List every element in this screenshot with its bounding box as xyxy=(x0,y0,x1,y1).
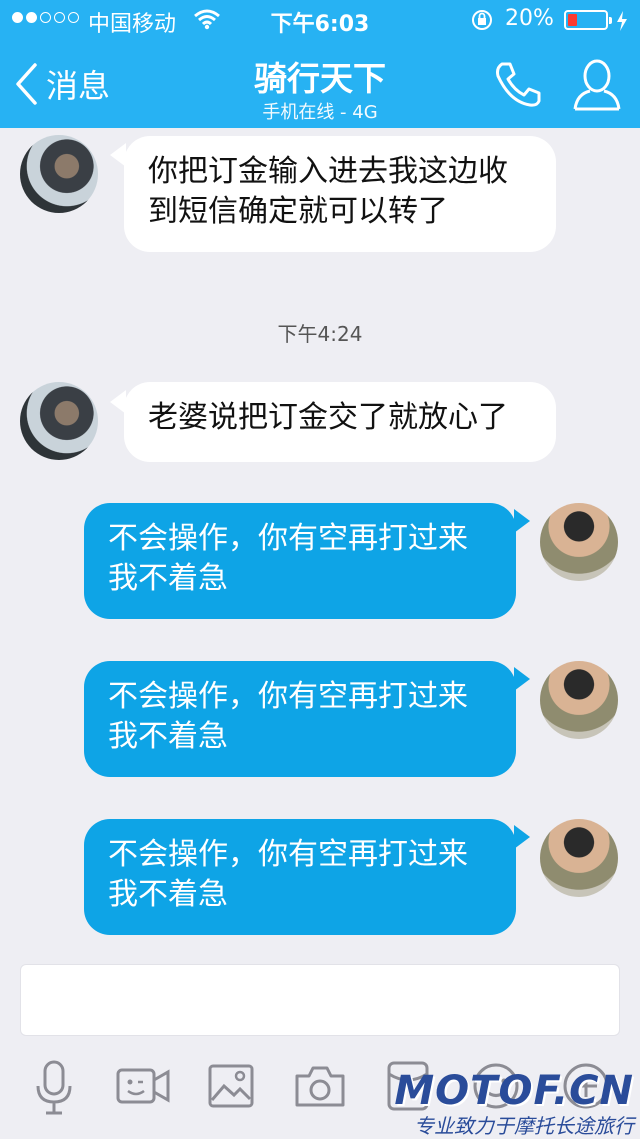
my-avatar[interactable] xyxy=(540,819,618,897)
message-bubble-incoming[interactable]: 你把订金输入进去我这边收到短信确定就可以转了 xyxy=(124,136,556,252)
message-bubble-incoming[interactable]: 老婆说把订金交了就放心了 xyxy=(124,382,556,462)
contact-profile-icon[interactable] xyxy=(572,56,622,112)
nav-bar: 消息 骑行天下 手机在线 - 4G xyxy=(0,40,640,128)
message-bubble-outgoing[interactable]: 不会操作，你有空再打过来我不着急 xyxy=(84,661,516,777)
video-icon[interactable] xyxy=(116,1066,170,1106)
bubble-tail xyxy=(514,825,530,849)
my-avatar[interactable] xyxy=(540,661,618,739)
online-status: 手机在线 - 4G xyxy=(262,102,378,123)
message-timestamp: 下午4:24 xyxy=(277,322,363,346)
message-bubble-outgoing[interactable]: 不会操作，你有空再打过来我不着急 xyxy=(84,819,516,935)
message-bubble-outgoing[interactable]: 不会操作，你有空再打过来我不着急 xyxy=(84,503,516,619)
charging-icon xyxy=(617,11,627,31)
battery-percent: 20% xyxy=(505,6,554,31)
camera-icon[interactable] xyxy=(294,1064,346,1108)
bubble-tail xyxy=(514,509,530,533)
watermark-slogan: 专业致力于摩托长途旅行 xyxy=(414,1114,634,1138)
phone-icon[interactable] xyxy=(492,60,542,108)
watermark: MOTOF.CN 专业致力于摩托长途旅行 xyxy=(394,1068,634,1139)
contact-avatar[interactable] xyxy=(20,382,98,460)
header: 中国移动 下午6:03 20% 消息 骑行天下 手机在线 - 4G xyxy=(0,0,640,128)
mic-icon[interactable] xyxy=(34,1060,74,1116)
contact-avatar[interactable] xyxy=(20,135,98,213)
status-bar: 中国移动 下午6:03 20% xyxy=(0,0,640,40)
bubble-tail xyxy=(514,667,530,691)
my-avatar[interactable] xyxy=(540,503,618,581)
rotation-lock-icon xyxy=(472,10,492,30)
chat-title: 骑行天下 xyxy=(254,59,386,98)
message-input[interactable] xyxy=(20,964,620,1036)
watermark-brand: MOTOF.CN xyxy=(394,1068,634,1114)
image-icon[interactable] xyxy=(208,1064,254,1108)
battery-icon xyxy=(564,10,612,30)
